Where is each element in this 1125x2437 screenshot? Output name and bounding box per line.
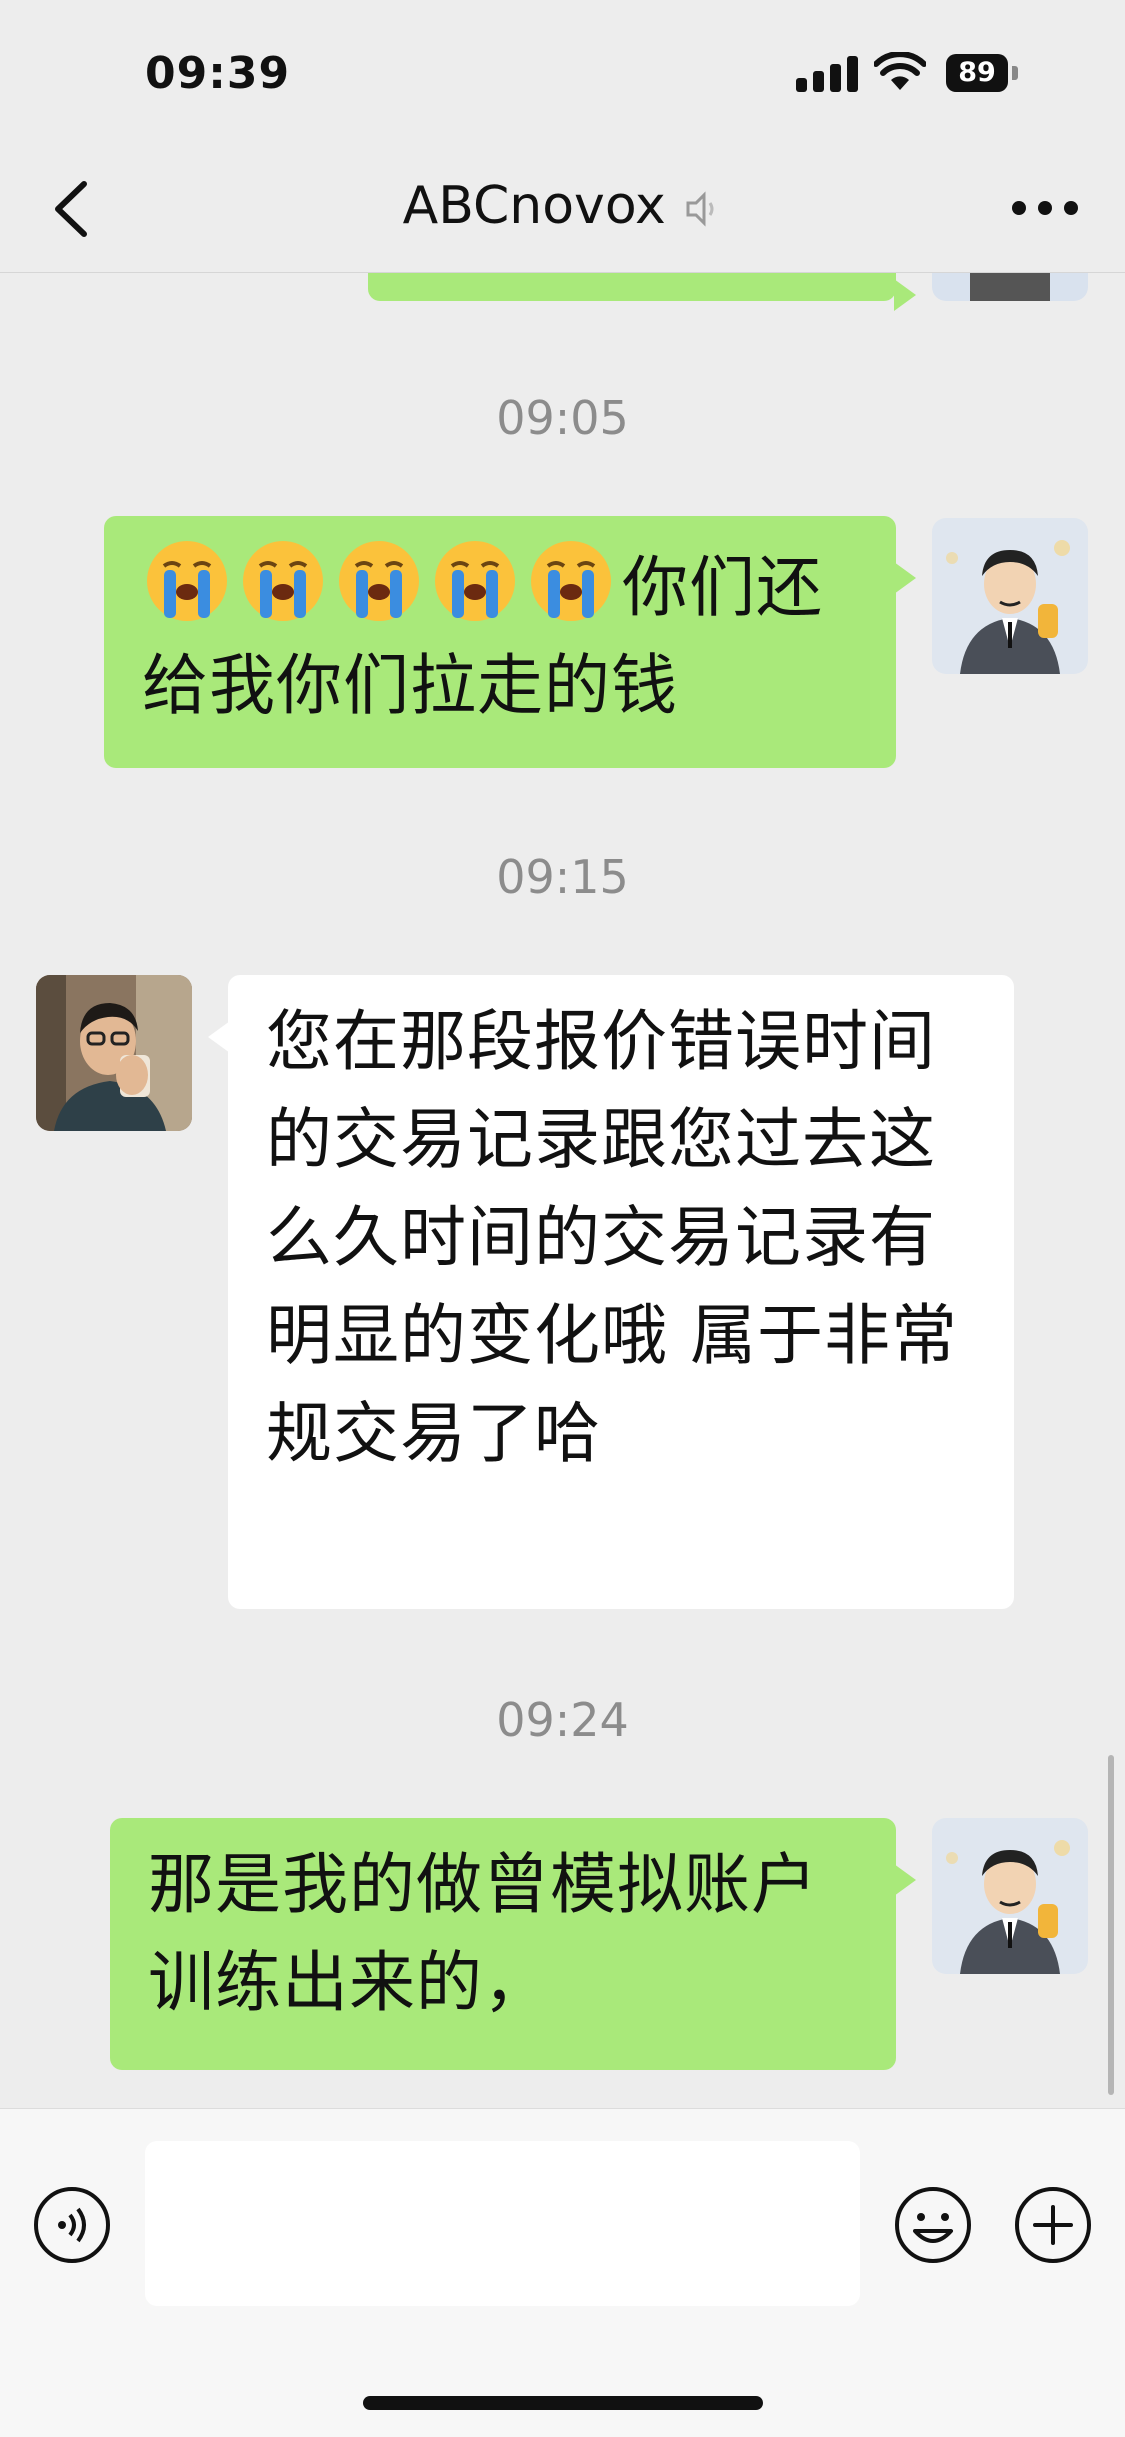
crying-face-icon [435, 541, 515, 621]
cellular-signal-icon [796, 56, 858, 92]
battery-icon: 89 [946, 54, 1020, 92]
message-text: 您在那段报价错误时间的交易记录跟您过去这么久时间的交易记录有明显的变化哦 属于非… [266, 1003, 958, 1472]
message-bubble-sent[interactable]: 你们还给我你们拉走的钱 [104, 516, 916, 768]
mute-notifications-icon [686, 191, 714, 227]
self-avatar[interactable] [932, 273, 1088, 301]
home-indicator[interactable] [363, 2396, 763, 2410]
message-timestamp: 09:24 [496, 1693, 629, 1747]
chat-input-bar [0, 2108, 1125, 2437]
more-options-button[interactable] [1005, 178, 1085, 238]
chat-title-wrap: ABCnovox [0, 176, 1125, 236]
wifi-icon [874, 52, 926, 90]
self-avatar[interactable] [932, 518, 1088, 674]
crying-face-icon [147, 541, 227, 621]
self-avatar[interactable] [932, 1818, 1088, 1974]
crying-face-icon [243, 541, 323, 621]
message-timestamp: 09:05 [496, 391, 629, 445]
message-timestamp: 09:15 [496, 850, 629, 904]
contact-avatar[interactable] [36, 975, 192, 1131]
message-bubble-partial[interactable] [368, 273, 916, 311]
plus-button[interactable] [1013, 2185, 1093, 2265]
message-text: 那是我的做曾模拟账户训练出来的， [148, 1846, 818, 2021]
crying-face-icon [531, 541, 611, 621]
message-bubble-received[interactable]: 您在那段报价错误时间的交易记录跟您过去这么久时间的交易记录有明显的变化哦 属于非… [208, 975, 1014, 1609]
chat-message-list[interactable]: 09:05 你们还给我你们拉走的钱 09:15 您在那段报价错误时间的交易记录跟… [0, 273, 1125, 2108]
battery-level: 89 [946, 54, 1008, 92]
emoji-button[interactable] [893, 2185, 973, 2265]
chat-title: ABCnovox [402, 176, 666, 236]
crying-face-icon [339, 541, 419, 621]
message-input[interactable] [145, 2141, 860, 2306]
status-time: 09:39 [145, 48, 291, 99]
scrollbar[interactable] [1108, 1755, 1114, 2095]
message-bubble-sent[interactable]: 那是我的做曾模拟账户训练出来的， [110, 1818, 916, 2070]
status-bar: 09:39 89 [0, 0, 1125, 150]
voice-input-button[interactable] [32, 2185, 112, 2265]
chat-header: ABCnovox [0, 150, 1125, 273]
